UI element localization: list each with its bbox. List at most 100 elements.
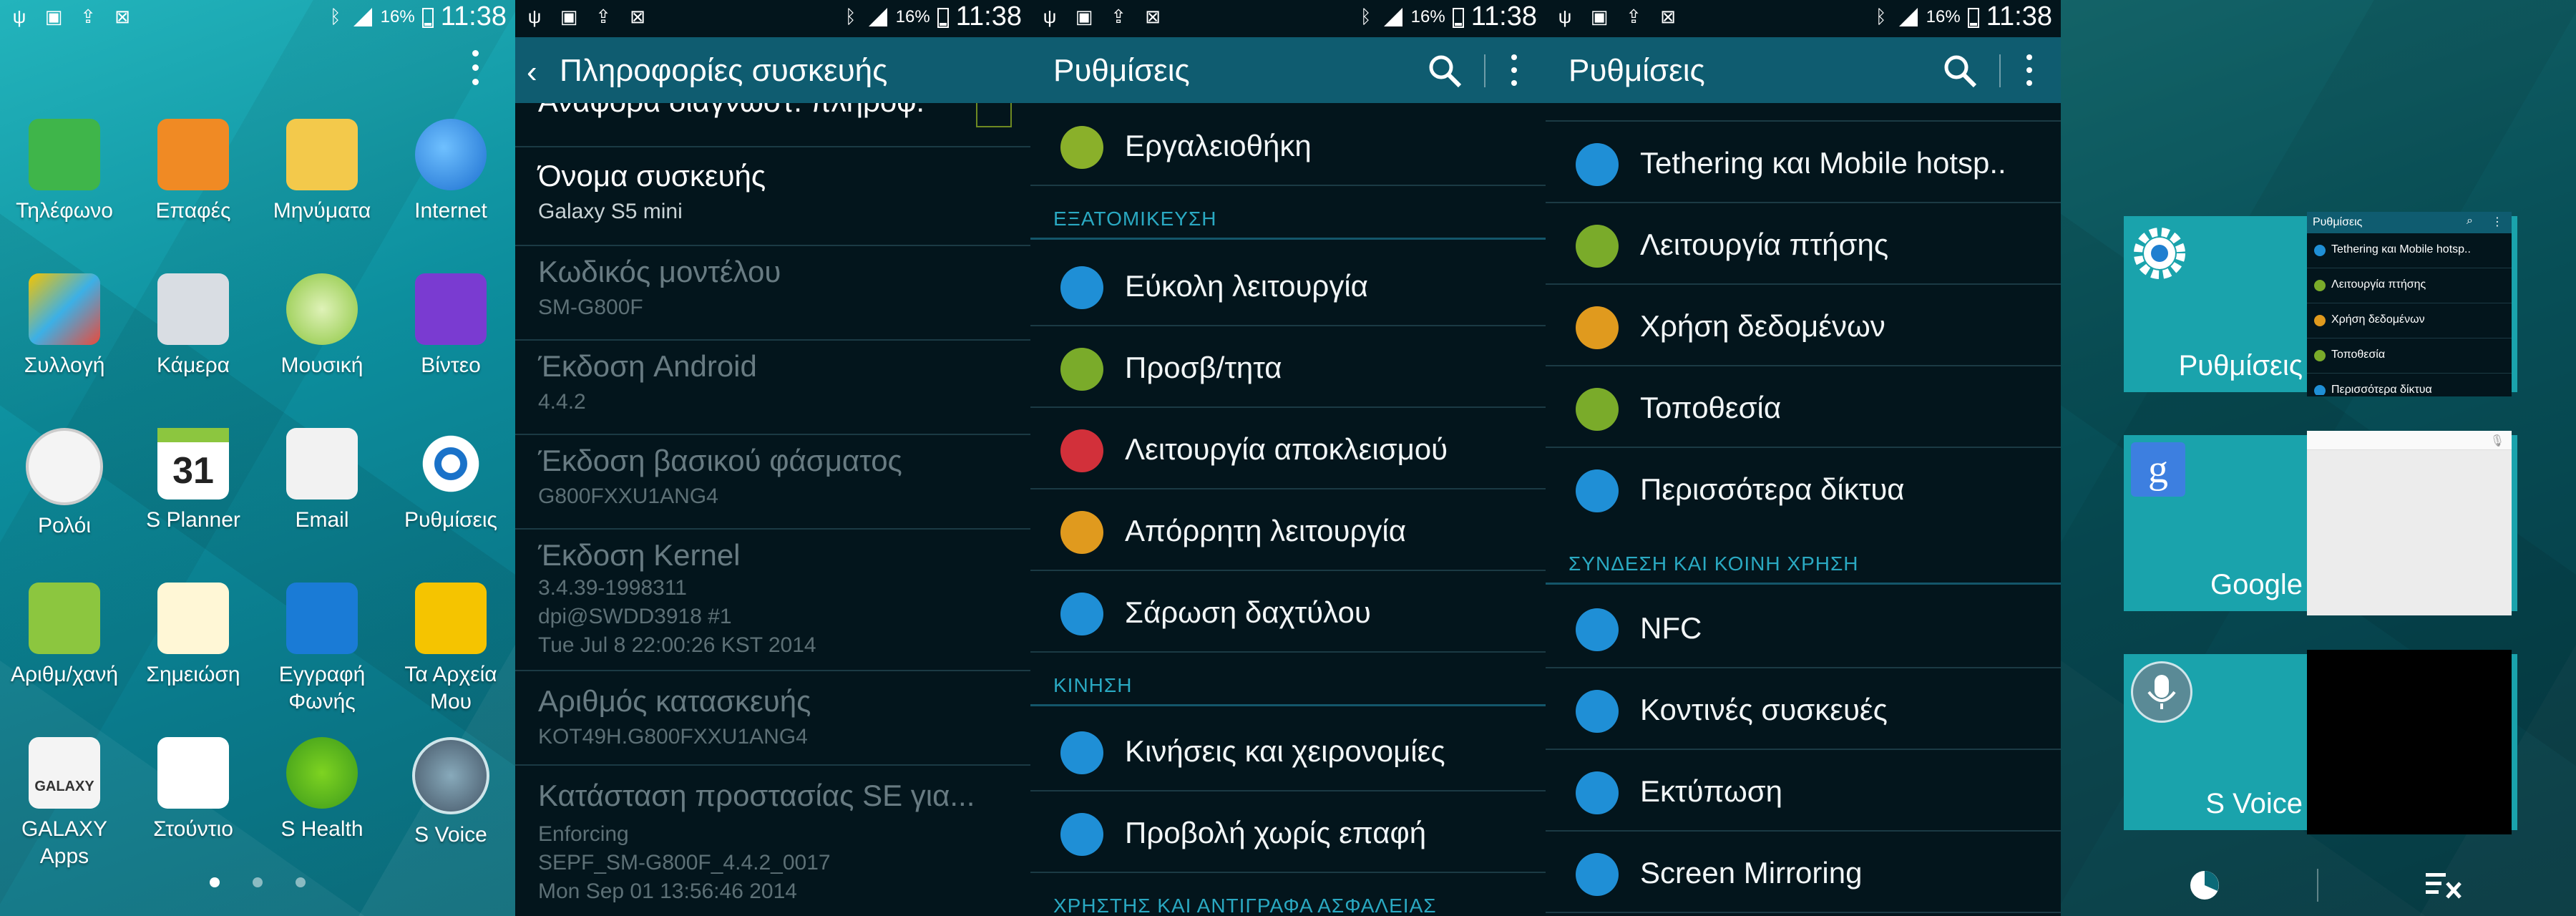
overflow-menu-icon[interactable] [1511, 54, 1518, 93]
app-shortcut[interactable]: Επαφές [129, 119, 258, 225]
battery-percent: 16% [895, 6, 930, 26]
thumb-row: Περισσότερα δίκτυα [2331, 384, 2432, 395]
settings-item-screen-mirroring[interactable]: Screen Mirroring [1546, 832, 2061, 913]
settings-item-airplane-mode[interactable]: Λειτουργία πτήσης [1546, 203, 2061, 285]
app-shortcut[interactable]: Internet [386, 119, 515, 225]
app-label: GALAXY Apps [21, 817, 108, 868]
settings-item-accessibility[interactable]: Προσβ/τητα [1030, 326, 1546, 408]
item-label: Tethering και Mobile hotsp.. [1640, 146, 2006, 180]
settings-item-nearby-devices[interactable]: Κοντινές συσκευές [1546, 668, 2061, 750]
recent-card-settings[interactable]: Ρυθμίσεις Ρυθμίσεις ⌕ ⋮ Tethering και Mo… [2124, 212, 2517, 396]
app-shortcut[interactable]: S Voice [386, 737, 515, 849]
app-shortcut[interactable]: Εγγραφή Φωνής [258, 583, 386, 716]
app-shortcut[interactable]: Στούντιο [129, 737, 258, 843]
list-item: Έκδοση Kernel 3.4.39-1998311 dpi@SWDD391… [515, 530, 1030, 671]
nearby-devices-icon [1576, 690, 1619, 733]
settings-item-more-networks[interactable]: Περισσότερα δίκτυα [1546, 448, 2061, 528]
tethering-icon [2314, 245, 2326, 256]
settings-item-private-mode[interactable]: Απόρρητη λειτουργία [1030, 489, 1546, 571]
app-shortcut[interactable]: Βίντεο [386, 273, 515, 379]
back-arrow-icon[interactable]: ‹ [527, 54, 537, 90]
tethering-icon [1576, 143, 1619, 186]
list-item[interactable]: Αναφορά διαγνωστ. πληροφ. [515, 84, 1030, 147]
studio-icon [157, 737, 229, 809]
search-icon[interactable] [1942, 53, 1978, 89]
accessibility-hand-icon [1060, 348, 1103, 391]
usb-icon: ψ [12, 5, 26, 27]
app-shortcut[interactable]: Μηνύματα [258, 119, 386, 225]
settings-item-air-view[interactable]: Προβολή χωρίς επαφή [1030, 791, 1546, 873]
app-shortcut[interactable]: Συλλογή [0, 273, 129, 379]
item-label: Λειτουργία πτήσης [1640, 228, 1889, 261]
signal-icon [1898, 7, 1918, 26]
settings-item-tethering[interactable]: Tethering και Mobile hotsp.. [1546, 122, 2061, 203]
app-shortcut[interactable]: Αριθμ/χανή [0, 583, 129, 688]
app-label: Τηλέφωνο [16, 199, 113, 223]
list-item[interactable]: Όνομα συσκευής Galaxy S5 mini [515, 147, 1030, 246]
app-shortcut[interactable]: Τηλέφωνο [0, 119, 129, 225]
task-manager-icon[interactable] [2187, 867, 2223, 903]
close-all-icon[interactable] [2426, 870, 2463, 902]
app-label: Ρυθμίσεις [404, 508, 498, 532]
settings-screen-personal: ψ ▣ ⇪ ⊠ ᛒ 16% 11:38 Ρυθμίσεις Εργαλειοθή… [1030, 0, 1546, 916]
settings-item-toolbox[interactable]: Εργαλειοθήκη [1030, 104, 1546, 186]
checkbox[interactable] [976, 100, 1012, 127]
item-value: 3.4.39-1998311 [538, 576, 687, 600]
memo-icon [157, 583, 229, 654]
app-shortcut[interactable]: Μουσική [258, 273, 386, 379]
app-label: Αριθμ/χανή [10, 663, 118, 686]
more-networks-icon [1576, 469, 1619, 512]
recent-card-google[interactable]: g Google 🎙 [2124, 431, 2517, 615]
bluetooth-icon: ᛒ [1875, 6, 1887, 27]
screenshot-icon: ▣ [560, 5, 578, 27]
divider [2317, 869, 2318, 902]
search-icon[interactable] [1427, 53, 1463, 89]
bluetooth-icon: ᛒ [329, 6, 341, 27]
recent-card-s-voice[interactable]: S Voice [2124, 650, 2517, 834]
settings-item-blocking-mode[interactable]: Λειτουργία αποκλεισμού [1030, 408, 1546, 489]
settings-item-data-usage[interactable]: Χρήση δεδομένων [1546, 285, 2061, 366]
overflow-menu-icon[interactable] [472, 50, 479, 93]
no-sim-icon: ⊠ [1145, 5, 1161, 27]
settings-gear-icon [2134, 228, 2185, 279]
app-shortcut[interactable]: Ρολόι [0, 428, 129, 540]
app-label: Ρολόι [37, 514, 92, 537]
battery-percent: 16% [380, 6, 415, 26]
status-bar: ψ ▣ ⇪ ⊠ ᛒ 16% 11:38 [1030, 0, 1546, 37]
settings-item-location[interactable]: Τοποθεσία [1546, 366, 2061, 448]
app-shortcut[interactable]: GALAXY GALAXY Apps [0, 737, 129, 870]
airplane-icon [1576, 225, 1619, 268]
app-shortcut[interactable]: Email [258, 428, 386, 534]
item-title: Αριθμός κατασκευής [538, 684, 811, 718]
divider [1999, 54, 2001, 87]
nfc-icon [1576, 608, 1619, 651]
settings-item-printing[interactable]: Εκτύπωση [1546, 750, 2061, 832]
settings-item-finger-scanner[interactable]: Σάρωση δαχτύλου [1030, 571, 1546, 653]
internet-globe-icon [415, 119, 487, 190]
easy-mode-icon [1060, 266, 1103, 309]
item-title: Έκδοση βασικού φάσματος [538, 444, 902, 477]
app-shortcut[interactable]: Ρυθμίσεις [386, 428, 515, 534]
settings-item-motions-gestures[interactable]: Κινήσεις και χειρονομίες [1030, 710, 1546, 791]
app-shortcut[interactable]: S Health [258, 737, 386, 843]
page-dot[interactable] [296, 877, 306, 887]
contacts-icon [157, 119, 229, 190]
page-dot[interactable] [253, 877, 263, 887]
item-value: KOT49H.G800FXXU1ANG4 [538, 725, 808, 749]
app-shortcut[interactable]: 31 S Planner [129, 428, 258, 534]
page-indicator [0, 877, 515, 887]
overflow-menu-icon[interactable] [2026, 54, 2034, 93]
home-screen: ψ ▣ ⇪ ⊠ ᛒ 16% 11:38 Τηλέφωνο Επαφές Μηνύμα… [0, 0, 515, 916]
item-label: NFC [1640, 611, 1702, 645]
settings-item-easy-mode[interactable]: Εύκολη λειτουργία [1030, 245, 1546, 326]
upload-icon: ⇪ [595, 5, 611, 27]
list-item: Έκδοση Android 4.4.2 [515, 341, 1030, 435]
app-shortcut[interactable]: Σημειώση [129, 583, 258, 688]
settings-item-nfc[interactable]: NFC [1546, 587, 2061, 668]
item-value: Mon Sep 01 13:56:46 2014 [538, 880, 797, 903]
app-shortcut[interactable]: Τα Αρχεία Μου [386, 583, 515, 716]
app-shortcut[interactable]: Κάμερα [129, 273, 258, 379]
item-label: Screen Mirroring [1640, 856, 1863, 890]
item-label: Χρήση δεδομένων [1640, 309, 1885, 343]
page-dot[interactable] [210, 877, 220, 887]
